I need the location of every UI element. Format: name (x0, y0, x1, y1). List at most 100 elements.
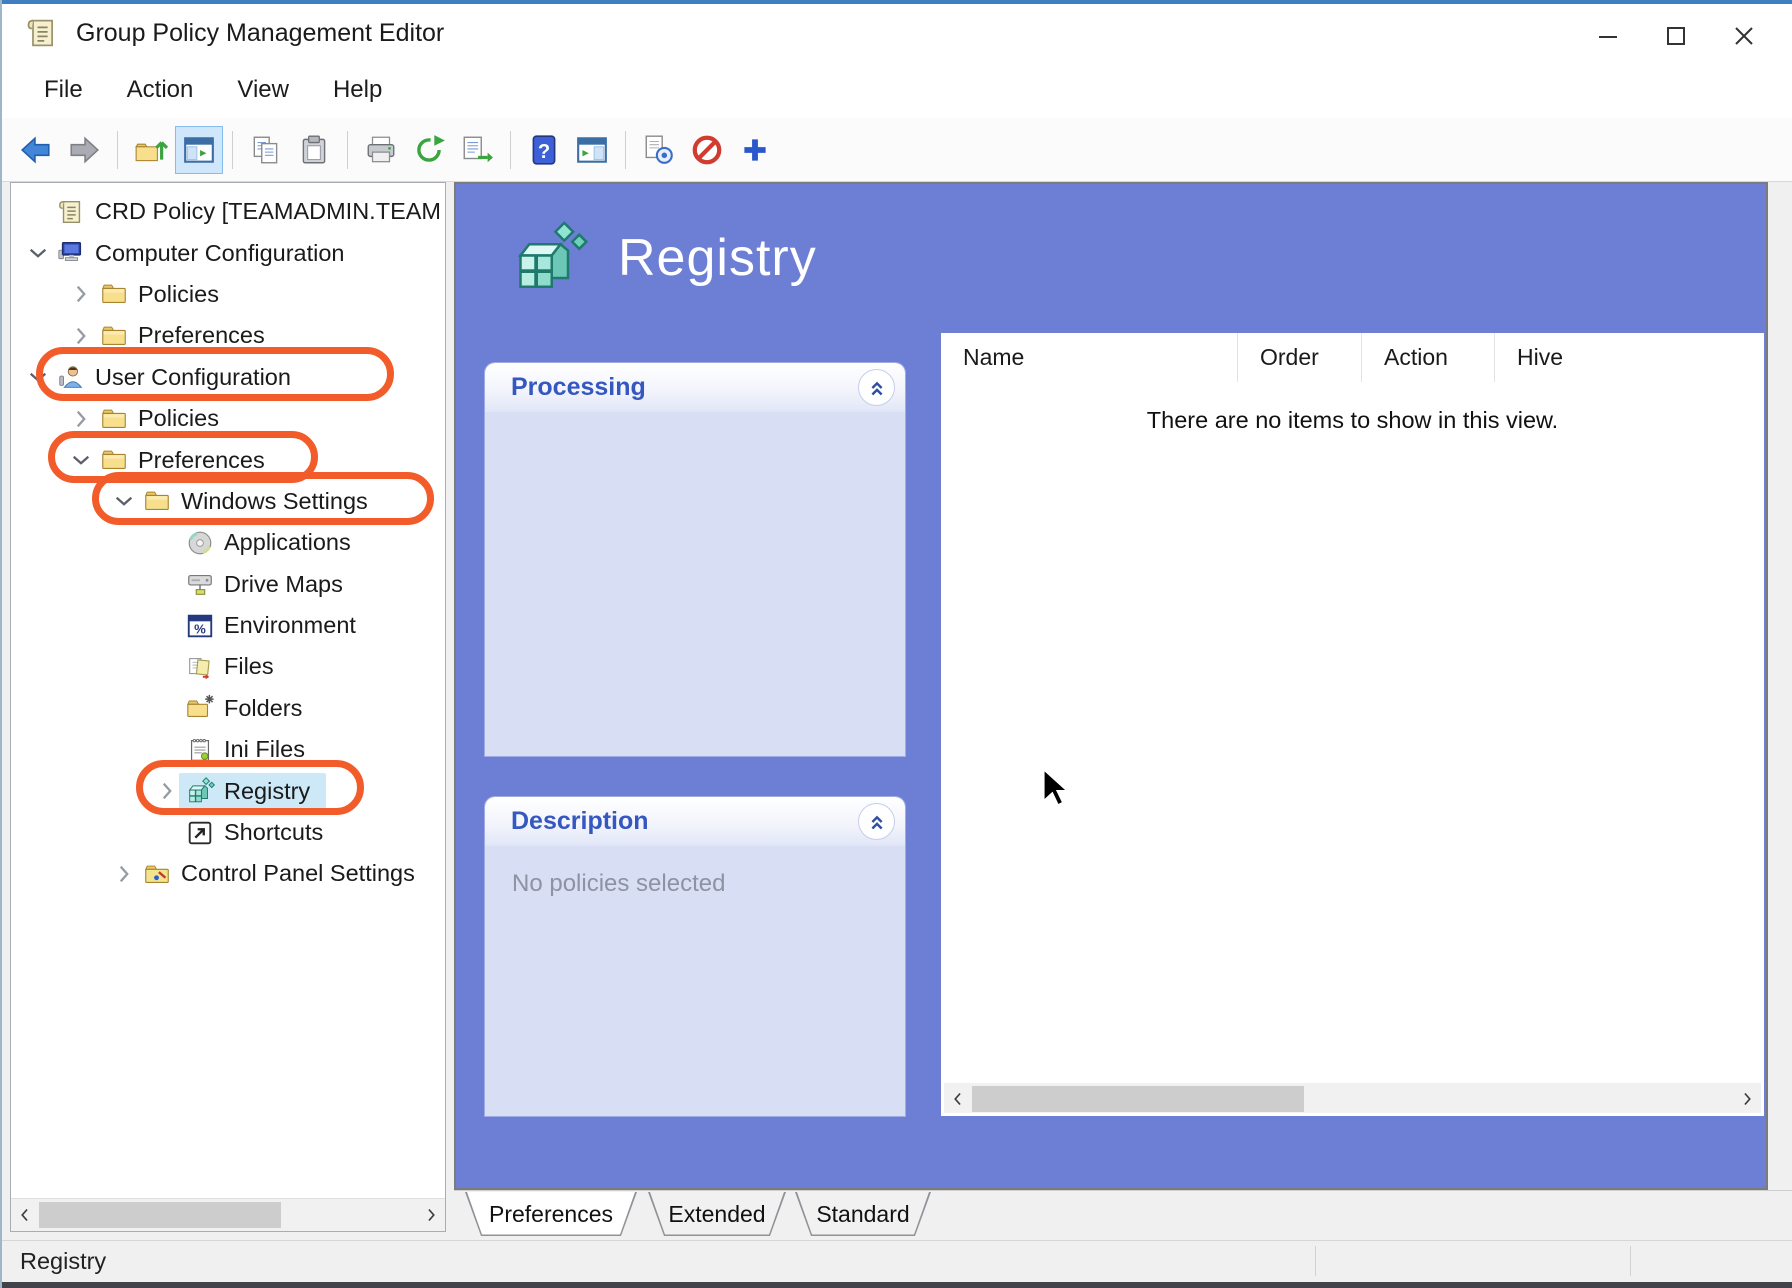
chevron-down-icon[interactable] (66, 445, 96, 475)
folders-icon (185, 693, 215, 723)
description-panel-header: Description (485, 797, 905, 846)
minimize-button[interactable] (1574, 8, 1642, 64)
status-bar: Registry (2, 1240, 1792, 1282)
forward-button[interactable] (60, 126, 108, 174)
tree-item-label: Registry (224, 778, 310, 805)
tree-item-shortcuts[interactable]: Shortcuts (11, 812, 446, 853)
menu-bar: File Action View Help (2, 62, 1792, 118)
tree-item-crd-policy[interactable]: CRD Policy [TEAMADMIN.TEAM (11, 191, 446, 232)
scroll-left-arrow[interactable] (11, 1199, 39, 1231)
menu-file[interactable]: File (22, 70, 105, 110)
processing-panel-title: Processing (511, 373, 646, 402)
column-header-action[interactable]: Action (1362, 333, 1495, 382)
column-header-name[interactable]: Name (941, 333, 1238, 382)
column-header-hive[interactable]: Hive (1495, 333, 1764, 382)
tab-standard[interactable]: Standard (795, 1192, 931, 1236)
tree-item-user-preferences[interactable]: Preferences (11, 439, 446, 480)
chevron-double-up-icon (864, 375, 890, 401)
tab-extended[interactable]: Extended (648, 1192, 786, 1236)
tree-horizontal-scrollbar[interactable] (11, 1198, 445, 1231)
chevron-placeholder (152, 611, 182, 641)
chevron-right-icon[interactable] (109, 859, 139, 889)
tab-preferences[interactable]: Preferences (465, 1192, 637, 1236)
files-icon (185, 652, 215, 682)
back-button[interactable] (12, 126, 60, 174)
copy-button[interactable] (242, 126, 290, 174)
add-button[interactable] (731, 126, 779, 174)
menu-help[interactable]: Help (311, 70, 404, 110)
tree-item-label: Environment (224, 612, 356, 639)
status-text: Registry (20, 1248, 106, 1275)
chevron-placeholder (152, 818, 182, 848)
list-column-headers: Name Order Action Hive (941, 333, 1764, 382)
forward-icon (67, 133, 101, 167)
collapse-button[interactable] (858, 369, 895, 406)
export-list-icon (460, 133, 494, 167)
scroll-right-arrow[interactable] (1733, 1083, 1761, 1115)
chevron-right-icon[interactable] (66, 404, 96, 434)
list-horizontal-scrollbar[interactable] (944, 1083, 1761, 1113)
tree-item-user-policies[interactable]: Policies (11, 398, 446, 439)
refresh-icon (412, 133, 446, 167)
tree-item-folders[interactable]: Folders (11, 688, 446, 729)
show-console-tree-button[interactable] (175, 126, 223, 174)
scrollbar-thumb[interactable] (972, 1086, 1304, 1112)
chevron-down-icon[interactable] (109, 486, 139, 516)
toolbar-separator (117, 131, 118, 169)
action-pane-icon (575, 133, 609, 167)
tree-item-label: Files (224, 653, 274, 680)
help-button[interactable] (520, 126, 568, 174)
prohibit-button[interactable] (683, 126, 731, 174)
menu-view[interactable]: View (215, 70, 311, 110)
description-panel-title: Description (511, 807, 649, 836)
items-list-panel: Name Order Action Hive There are no item… (941, 333, 1764, 1116)
up-one-level-icon (134, 133, 168, 167)
tree-item-user-configuration[interactable]: User Configuration (11, 357, 446, 398)
up-one-level-button[interactable] (127, 126, 175, 174)
mouse-cursor (1040, 768, 1076, 808)
chevron-placeholder (152, 693, 182, 723)
toolbar-separator (510, 131, 511, 169)
scroll-left-arrow[interactable] (944, 1083, 972, 1115)
chevron-down-icon[interactable] (23, 362, 53, 392)
print-button[interactable] (357, 126, 405, 174)
tree-item-computer-configuration[interactable]: Computer Configuration (11, 232, 446, 273)
export-list-button[interactable] (453, 126, 501, 174)
tree-item-environment[interactable]: Environment (11, 605, 446, 646)
tree-item-control-panel-settings[interactable]: Control Panel Settings (11, 853, 446, 894)
tree-item-label: Folders (224, 695, 302, 722)
preview-button[interactable] (635, 126, 683, 174)
maximize-button[interactable] (1642, 8, 1710, 64)
menu-action[interactable]: Action (105, 70, 216, 110)
tab-label: Preferences (465, 1192, 637, 1236)
screen-edge-strip (2, 1282, 1792, 1288)
chevron-right-icon[interactable] (66, 321, 96, 351)
chevron-right-icon[interactable] (152, 776, 182, 806)
tree-item-computer-preferences[interactable]: Preferences (11, 315, 446, 356)
paste-button[interactable] (290, 126, 338, 174)
collapse-button[interactable] (858, 803, 895, 840)
chevron-placeholder (152, 528, 182, 558)
scroll-right-arrow[interactable] (417, 1199, 445, 1231)
tree-item-label: Computer Configuration (95, 240, 345, 267)
tree-item-label: Ini Files (224, 736, 305, 763)
show-action-pane-button[interactable] (568, 126, 616, 174)
tree-item-registry[interactable]: Registry (11, 770, 446, 811)
tree-item-drive-maps[interactable]: Drive Maps (11, 564, 446, 605)
chevron-down-icon[interactable] (23, 238, 53, 268)
scrollbar-thumb[interactable] (39, 1202, 281, 1228)
tree-item-windows-settings[interactable]: Windows Settings (11, 481, 446, 522)
tree-item-label: CRD Policy [TEAMADMIN.TEAM (95, 198, 441, 225)
tree-item-ini-files[interactable]: Ini Files (11, 729, 446, 770)
tree-item-applications[interactable]: Applications (11, 522, 446, 563)
chevron-right-icon[interactable] (66, 279, 96, 309)
print-icon (364, 133, 398, 167)
tree-item-files[interactable]: Files (11, 646, 446, 687)
column-header-order[interactable]: Order (1238, 333, 1362, 382)
plus-icon (738, 133, 772, 167)
refresh-button[interactable] (405, 126, 453, 174)
toolbar-separator (625, 131, 626, 169)
close-button[interactable] (1710, 8, 1778, 64)
tree-item-computer-policies[interactable]: Policies (11, 274, 446, 315)
toolbar-separator (232, 131, 233, 169)
